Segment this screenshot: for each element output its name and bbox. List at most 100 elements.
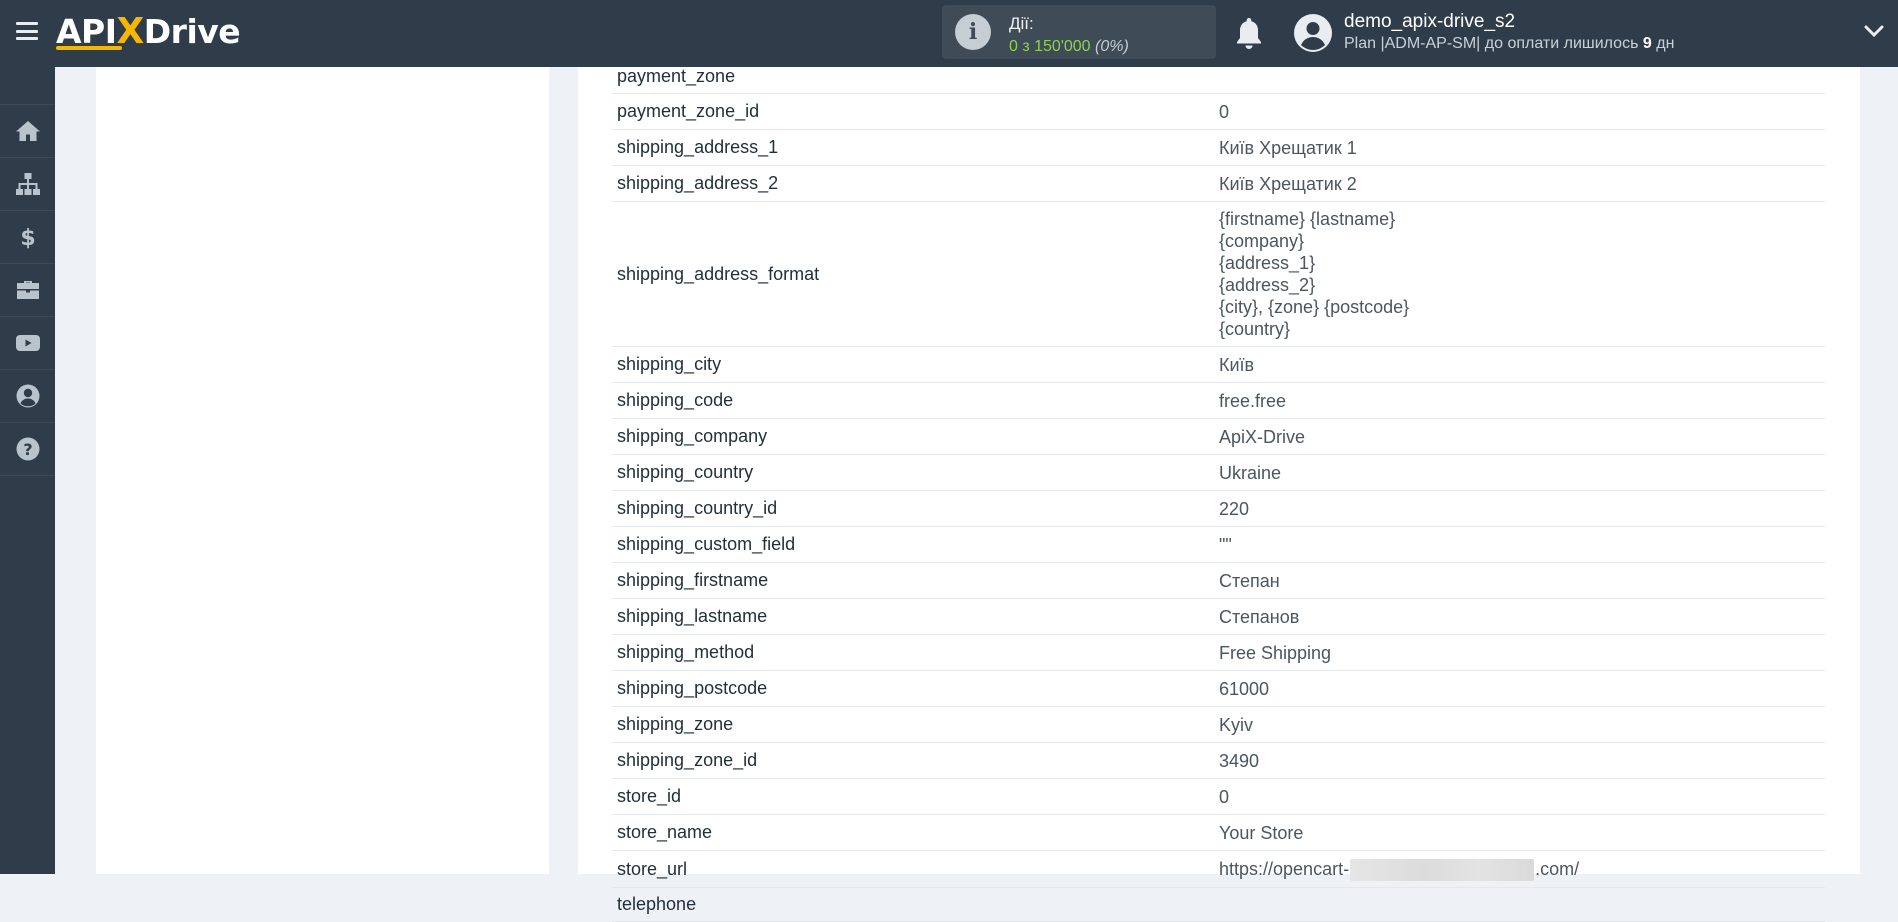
table-row: shipping_postcode 61000 xyxy=(612,671,1825,707)
sidebar-item-profile[interactable] xyxy=(0,370,55,423)
field-value: 0 xyxy=(1219,787,1230,807)
user-name[interactable]: demo_apix-drive_s2 xyxy=(1344,11,1515,33)
svg-text:?: ? xyxy=(23,440,32,459)
field-value: Ukraine xyxy=(1219,463,1282,483)
logo-suffix: Drive xyxy=(143,12,241,51)
field-key: shipping_custom_field xyxy=(617,534,796,554)
store-url-prefix: https://opencart- xyxy=(1219,859,1350,879)
field-key: shipping_country_id xyxy=(617,498,778,518)
briefcase-icon xyxy=(16,281,39,299)
table-row: shipping_company ApiX-Drive xyxy=(612,419,1825,455)
actions-count: 0 з 150'000 xyxy=(1009,38,1091,55)
field-key: shipping_postcode xyxy=(617,678,768,698)
field-value: Київ xyxy=(1219,355,1255,375)
sidebar-item-help[interactable]: ? xyxy=(0,423,55,476)
sidebar-item-tools[interactable] xyxy=(0,264,55,317)
field-value: 0 xyxy=(1219,102,1230,122)
field-key: shipping_address_format xyxy=(617,263,820,284)
redacted-blur xyxy=(1350,859,1535,882)
field-key: shipping_country xyxy=(617,462,754,482)
sidebar: $ ? xyxy=(0,67,55,874)
plan-days-unit: дн xyxy=(1656,35,1675,52)
table-row: shipping_code free.free xyxy=(612,383,1825,419)
field-key: shipping_company xyxy=(617,426,768,446)
field-key: store_url xyxy=(617,858,688,879)
field-value: Your Store xyxy=(1219,823,1304,843)
sidebar-item-billing[interactable]: $ xyxy=(0,211,55,264)
plan-text: Plan |ADM-AP-SM| до оплати лишилось xyxy=(1344,35,1639,52)
field-value xyxy=(1214,888,1825,921)
help-icon: ? xyxy=(16,437,39,461)
plan-days: 9 xyxy=(1642,35,1652,52)
logo[interactable]: APIXDrive xyxy=(56,12,256,52)
menu-icon[interactable] xyxy=(16,22,38,40)
field-value: 220 xyxy=(1219,499,1250,519)
field-key: telephone xyxy=(617,894,697,915)
dollar-icon: $ xyxy=(20,226,35,250)
field-value: free.free xyxy=(1219,391,1287,411)
actions-counter[interactable]: i Дії: 0 з 150'000 (0%) xyxy=(942,5,1216,59)
table-row: store_name Your Store xyxy=(612,815,1825,851)
home-icon xyxy=(15,121,40,141)
field-value: Степанов xyxy=(1219,607,1300,627)
field-value: 3490 xyxy=(1219,751,1260,771)
field-value: {firstname} {lastname} {company} {addres… xyxy=(1219,209,1410,339)
user-plan: Plan |ADM-AP-SM| до оплати лишилось 9 дн xyxy=(1344,35,1674,53)
table-row: shipping_address_1 Київ Хрещатик 1 xyxy=(612,130,1825,166)
sitemap-icon xyxy=(15,173,40,195)
store-url-suffix: .com/ xyxy=(1535,859,1580,879)
table-row: shipping_zone Kyiv xyxy=(612,707,1825,743)
sidebar-item-connections[interactable] xyxy=(0,158,55,211)
field-key: shipping_zone_id xyxy=(617,750,758,770)
sidebar-item-home[interactable] xyxy=(0,105,55,158)
field-key: shipping_lastname xyxy=(617,606,768,626)
field-key: shipping_address_1 xyxy=(617,137,779,157)
top-bar: APIXDrive i Дії: 0 з 150'000 (0%) demo_a… xyxy=(0,0,1898,67)
table-row: shipping_custom_field "" xyxy=(612,527,1825,563)
table-row: store_url https://opencart- .com/ xyxy=(612,851,1825,889)
user-avatar-icon[interactable] xyxy=(1294,14,1332,52)
table-row: store_id 0 xyxy=(612,779,1825,815)
field-key: shipping_zone xyxy=(617,714,734,734)
field-key: shipping_method xyxy=(617,642,755,662)
field-key: shipping_firstname xyxy=(617,570,769,590)
table-row: telephone xyxy=(612,888,1825,922)
table-row: shipping_city Київ xyxy=(612,347,1825,383)
table-row: payment_zone xyxy=(612,60,1825,94)
field-key: store_name xyxy=(617,822,713,842)
table-row: payment_zone_id 0 xyxy=(612,94,1825,130)
field-value: https://opencart- .com/ xyxy=(1214,851,1825,887)
field-key: shipping_city xyxy=(617,354,722,374)
chevron-down-icon[interactable] xyxy=(1864,24,1884,38)
field-value xyxy=(1214,60,1825,93)
field-value: Free Shipping xyxy=(1219,643,1332,663)
table-row: shipping_country Ukraine xyxy=(612,455,1825,491)
sidebar-item-videos[interactable] xyxy=(0,317,55,370)
field-value: Степан xyxy=(1219,571,1280,591)
table-row: shipping_country_id 220 xyxy=(612,491,1825,527)
field-value: Київ Хрещатик 2 xyxy=(1219,174,1357,194)
data-table: payment_zone payment_zone_id 0 shipping_… xyxy=(612,60,1825,922)
logo-underline xyxy=(56,46,122,50)
field-key: shipping_address_2 xyxy=(617,173,779,193)
table-row: shipping_address_format {firstname} {las… xyxy=(612,202,1825,347)
left-panel xyxy=(96,67,549,874)
field-key: store_id xyxy=(617,786,682,806)
field-key: shipping_code xyxy=(617,390,734,410)
table-row: shipping_firstname Степан xyxy=(612,563,1825,599)
bell-icon[interactable] xyxy=(1234,16,1264,50)
table-row: shipping_lastname Степанов xyxy=(612,599,1825,635)
svg-text:$: $ xyxy=(20,226,35,250)
table-row: shipping_method Free Shipping xyxy=(612,635,1825,671)
youtube-icon xyxy=(15,335,40,351)
field-value: Kyiv xyxy=(1219,715,1254,735)
field-value: "" xyxy=(1219,535,1232,555)
table-row: shipping_zone_id 3490 xyxy=(612,743,1825,779)
info-icon: i xyxy=(955,14,991,50)
user-circle-icon xyxy=(16,384,39,408)
field-value: 61000 xyxy=(1219,679,1270,699)
actions-label: Дії: xyxy=(1009,14,1034,33)
actions-percent: (0%) xyxy=(1095,38,1129,55)
field-key: payment_zone_id xyxy=(617,101,760,121)
field-value: Київ Хрещатик 1 xyxy=(1219,138,1357,158)
